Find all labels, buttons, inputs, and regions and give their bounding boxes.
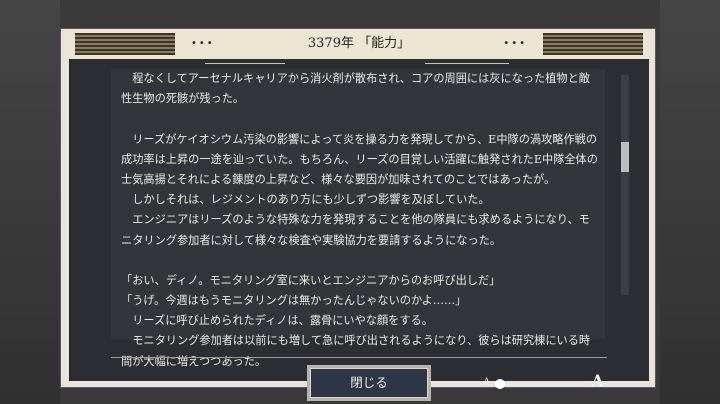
dialog-header: ••• ••• 3379年 「能力」 [75, 29, 643, 59]
text-line: モニタリング参加者は以前にも増して急に呼び出されるようになり、彼らは研究棟にいる… [121, 334, 591, 348]
text-line: 性生物の死骸が残った。 [121, 92, 245, 106]
decor-line-right [425, 63, 509, 64]
content-panel: 程なくしてアーセナルキャリアから消火剤が散布され、コアの周囲には灰になった植物と… [69, 59, 649, 401]
text-line: 「おい、ディノ。モニタリング室に来いとエンジニアからのお呼び出しだ」 [121, 273, 501, 287]
font-size-slider-track[interactable] [499, 383, 583, 386]
dialog-title: 3379年 「能力」 [307, 36, 411, 51]
text-line [121, 109, 601, 129]
footer-divider [111, 357, 607, 358]
close-button[interactable]: 閉じる [307, 365, 431, 401]
story-text-area[interactable]: 程なくしてアーセナルキャリアから消火剤が散布され、コアの周囲には灰になった植物と… [111, 69, 605, 368]
text-line: リーズに呼び止められたディノは、露骨にいやな顔をする。 [121, 314, 433, 328]
text-line: 程なくしてアーセナルキャリアから消火剤が散布され、コアの周囲には灰になった植物と… [121, 72, 590, 85]
text-line: ニタリング参加者に対して様々な検査や実験協力を要請するようになった。 [121, 233, 502, 247]
log-dialog: ••• ••• 3379年 「能力」 程なくしてアーセナルキャリアから消火剤が散… [60, 28, 656, 401]
font-size-small-label: A [483, 377, 491, 388]
decor-line-left [205, 63, 285, 64]
font-size-slider-knob[interactable] [495, 379, 505, 389]
scrollbar-track[interactable] [621, 75, 629, 295]
text-line: 「うげ。今週はもうモニタリングは無かったんじゃないのかよ……」 [121, 294, 467, 308]
scrollbar-thumb[interactable] [621, 141, 629, 172]
background-left [0, 0, 60, 404]
text-line: 士気高揚とそれによる錬度の上昇など、様々な要因が加味されてのことではあったが。 [121, 172, 556, 186]
background-right [660, 0, 720, 404]
font-size-large-label: A [591, 372, 605, 392]
text-line: エンジニアはリーズのような特殊な力を発現することを他の隊員にも求めるようになり、… [121, 213, 590, 227]
text-line: 成功率は上昇の一途を辿っていた。もちろん、リーズの目覚しい活躍に触発されたE中隊… [121, 152, 598, 166]
text-line: リーズがケイオシウム汚染の影響によって炎を操る力を発現してから、E中隊の渦攻略作… [121, 132, 598, 146]
text-line [121, 251, 601, 271]
text-line: しかしそれは、レジメントのあり方にも少しずつ影響を及ぼしていた。 [121, 193, 490, 207]
